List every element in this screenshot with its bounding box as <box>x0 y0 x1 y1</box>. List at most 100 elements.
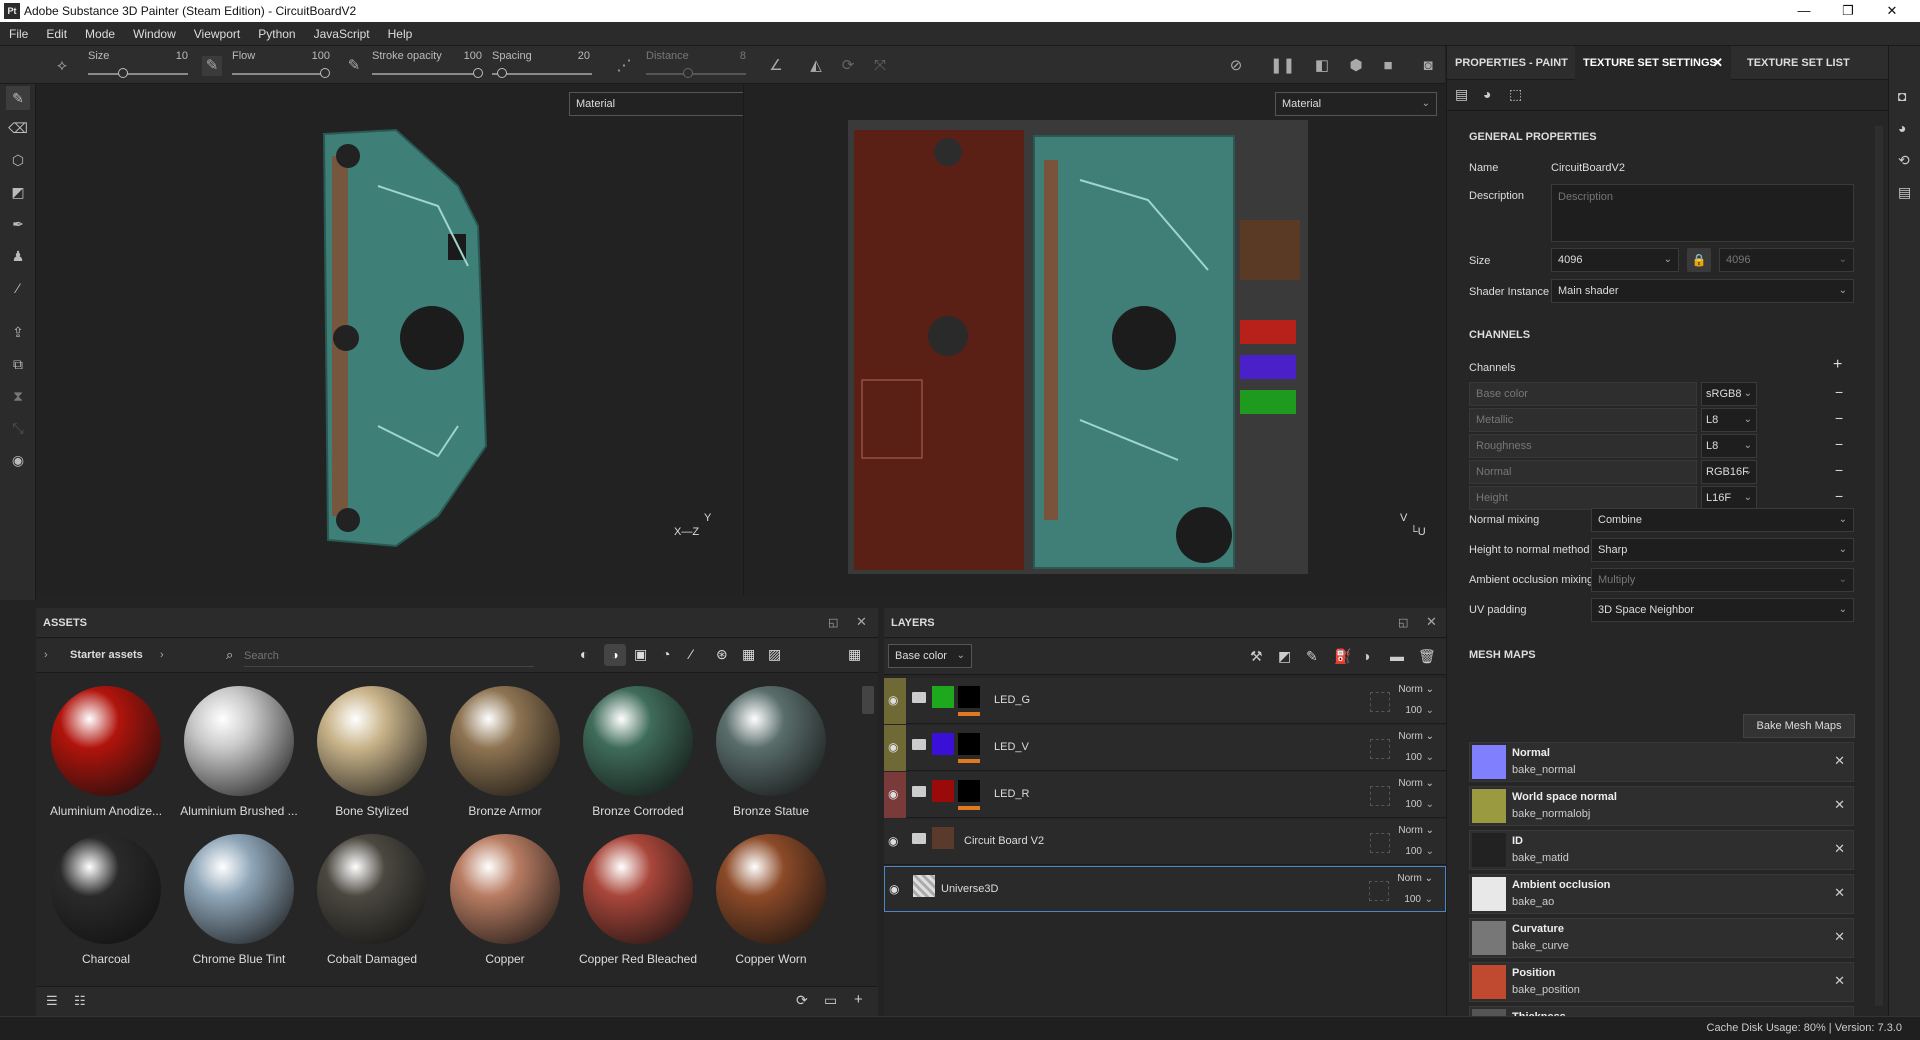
asset-item[interactable]: Aluminium Brushed ... <box>173 682 305 822</box>
size-dropdown-secondary[interactable]: 4096 ⌄ <box>1719 248 1854 272</box>
eye-icon[interactable]: ◉ <box>888 740 898 754</box>
flow-brush-icon[interactable]: ✎ <box>202 56 222 76</box>
stroke-opacity-slider[interactable] <box>372 73 480 75</box>
undock-icon[interactable]: ◱ <box>1398 616 1408 629</box>
size-value[interactable]: 10 <box>158 50 188 62</box>
remove-mesh-map-icon[interactable]: ✕ <box>1834 797 1845 813</box>
projection-icon[interactable]: ⬡ <box>6 148 30 172</box>
asset-item[interactable]: Aluminium Anodize... <box>40 682 172 822</box>
mesh-map-item[interactable]: World space normal bake_normalobj ✕ <box>1469 786 1854 826</box>
folder-icon[interactable] <box>912 833 926 844</box>
asset-item[interactable]: Bronze Corroded <box>572 682 704 822</box>
mesh-map-item[interactable]: Ambient occlusion bake_ao ✕ <box>1469 874 1854 914</box>
close-window-button[interactable]: ✕ <box>1870 0 1914 22</box>
remove-mesh-map-icon[interactable]: ✕ <box>1834 929 1845 945</box>
eye-icon[interactable]: ◉ <box>888 787 898 801</box>
details-view-icon[interactable]: ☷ <box>74 993 86 1009</box>
layer-row[interactable]: ◉ LED_R Norm ⌄ 100 ⌄ <box>884 772 1446 818</box>
distance-value[interactable]: 8 <box>716 50 746 62</box>
material-icon[interactable]: ◕ <box>1483 86 1491 102</box>
asset-item[interactable]: Copper <box>439 830 571 970</box>
view-mode-icon[interactable]: ◧ <box>1312 56 1332 76</box>
folder-icon[interactable] <box>912 786 926 797</box>
layer-mask-thumbnail[interactable] <box>958 780 980 802</box>
close-panel-icon[interactable]: ✕ <box>856 614 867 630</box>
log-icon[interactable]: ▤ <box>1898 184 1911 201</box>
history-icon[interactable]: ⟲ <box>1898 152 1910 169</box>
flow-value[interactable]: 100 <box>300 50 330 62</box>
folder-icon[interactable] <box>912 739 926 750</box>
layer-opacity[interactable]: 100 <box>1405 799 1422 810</box>
mesh-map-item[interactable]: ID bake_matid ✕ <box>1469 830 1854 870</box>
pressure-icon[interactable]: ⤧ <box>870 56 890 76</box>
list-view-icon[interactable]: ☰ <box>46 993 58 1009</box>
remove-mesh-map-icon[interactable]: ✕ <box>1834 753 1845 769</box>
asset-item[interactable]: Bronze Armor <box>439 682 571 822</box>
spacing-slider-handle[interactable] <box>497 68 507 78</box>
color-picker-icon[interactable]: ⁄ <box>6 276 30 300</box>
spacing-slider[interactable] <box>492 73 592 75</box>
mirror-tangent-icon[interactable]: ⟳ <box>838 56 858 76</box>
layer-mask-thumbnail[interactable] <box>958 733 980 755</box>
smudge-icon[interactable]: ✒ <box>6 212 30 236</box>
layer-row[interactable]: ◉ Universe3D Norm ⌄ 100 ⌄ <box>884 866 1446 912</box>
eye-icon[interactable]: ◉ <box>889 882 899 896</box>
menu-window[interactable]: Window <box>124 22 185 46</box>
viewport-2d-mode-dropdown[interactable]: Material ⌄ <box>1275 92 1437 116</box>
menu-viewport[interactable]: Viewport <box>185 22 249 46</box>
crop-icon[interactable]: ⬚ <box>1509 86 1522 103</box>
grid-view-icon[interactable]: ▦ <box>848 646 861 663</box>
refresh-icon[interactable]: ⟳ <box>796 992 808 1009</box>
close-tab-icon[interactable]: ✕ <box>1712 46 1723 80</box>
size-slider-handle[interactable] <box>118 68 128 78</box>
menu-mode[interactable]: Mode <box>76 22 124 46</box>
flow-slider-handle[interactable] <box>320 68 330 78</box>
height-to-normal-dropdown[interactable]: Sharp ⌄ <box>1591 538 1854 562</box>
screenshot-icon[interactable]: ◙ <box>1418 56 1438 76</box>
render-icon[interactable]: ◉ <box>6 448 30 472</box>
description-field[interactable] <box>1551 184 1854 242</box>
alignment-icon[interactable]: ∠ <box>766 56 786 76</box>
channel-format-dropdown[interactable]: L8 ⌄ <box>1701 408 1757 432</box>
add-effect-icon[interactable]: ⚒ <box>1250 648 1263 665</box>
size-dropdown[interactable]: 4096 ⌄ <box>1551 248 1679 272</box>
asset-item[interactable]: Charcoal <box>40 830 172 970</box>
delete-layer-icon[interactable]: 🗑 <box>1418 648 1436 665</box>
paint-brush-icon[interactable]: ✎ <box>6 86 30 110</box>
distance-slider[interactable] <box>646 73 746 75</box>
asset-item[interactable]: Bone Stylized <box>306 682 438 822</box>
tab-texture-set-list[interactable]: TEXTURE SET LIST <box>1739 46 1858 80</box>
menu-file[interactable]: File <box>0 22 37 46</box>
channel-dropdown[interactable]: Base color ⌄ <box>888 644 972 668</box>
menu-edit[interactable]: Edit <box>37 22 76 46</box>
filter-smart-materials-icon[interactable]: ◑ <box>604 644 626 666</box>
add-fill-layer-icon[interactable]: ⛽ <box>1334 648 1351 665</box>
pause-icon[interactable]: ❚❚ <box>1270 56 1295 76</box>
remove-mesh-map-icon[interactable]: ✕ <box>1834 885 1845 901</box>
channel-format-dropdown[interactable]: sRGB8 ⌄ <box>1701 382 1757 406</box>
filter-grid-icon[interactable]: ▦ <box>742 646 755 663</box>
stroke-opacity-value[interactable]: 100 <box>452 50 482 62</box>
blend-mode-dropdown[interactable]: Norm ⌄ <box>1398 731 1434 742</box>
display-settings-icon[interactable]: ◘ <box>1898 88 1906 104</box>
undock-icon[interactable]: ◱ <box>828 616 838 629</box>
menu-javascript[interactable]: JavaScript <box>305 22 379 46</box>
material-picker-icon[interactable]: ⧉ <box>6 352 30 376</box>
clone-stamp-icon[interactable]: ♟ <box>6 244 30 268</box>
distance-slider-handle[interactable] <box>683 68 693 78</box>
geometry-mask-icon[interactable]: ◩ <box>6 180 30 204</box>
add-icon[interactable]: + <box>854 991 863 1008</box>
lazy-mouse-icon[interactable]: ⋰ <box>614 56 634 76</box>
settings-icon[interactable]: ▤ <box>1455 86 1468 103</box>
size-slider[interactable] <box>88 73 188 75</box>
maximize-button[interactable]: ❐ <box>1826 0 1870 22</box>
shader-instance-dropdown[interactable]: Main shader ⌄ <box>1551 279 1854 303</box>
asset-item[interactable]: Copper Red Bleached <box>572 830 704 970</box>
remove-channel-icon[interactable]: − <box>1835 384 1843 400</box>
channel-format-dropdown[interactable]: L16F ⌄ <box>1701 486 1757 510</box>
uv-tool-icon[interactable]: ⧗ <box>6 384 30 408</box>
mirror-icon[interactable]: ◭ <box>806 56 826 76</box>
mesh-map-item[interactable]: Thickness✕ <box>1469 1006 1854 1016</box>
layer-opacity[interactable]: 100 <box>1404 894 1421 905</box>
blend-mode-dropdown[interactable]: Norm ⌄ <box>1398 684 1434 695</box>
